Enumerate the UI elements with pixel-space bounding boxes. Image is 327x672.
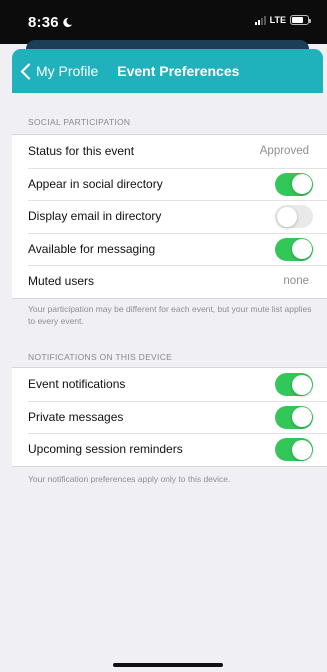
status-value: Approved [259, 145, 309, 158]
social-footnote: Your participation may be different for … [28, 304, 312, 326]
row-label: Muted users [28, 274, 95, 289]
social-directory-row: Appear in social directory [12, 167, 327, 201]
section-header-social: SOCIAL PARTICIPATION [28, 117, 131, 127]
back-button[interactable]: My Profile [20, 62, 99, 80]
private-messages-row: Private messages [12, 400, 327, 434]
status-time: 8:36 [28, 14, 73, 31]
status-row: Status for this event Approved [12, 135, 327, 168]
signal-icon [254, 15, 266, 25]
notifications-footnote: Your notification preferences apply only… [28, 474, 231, 484]
row-label: Available for messaging [28, 241, 156, 256]
back-label: My Profile [36, 63, 99, 79]
messaging-toggle[interactable] [275, 237, 313, 261]
event-notifications-toggle[interactable] [275, 373, 313, 396]
home-indicator[interactable] [113, 663, 223, 667]
muted-users-value: none [283, 275, 309, 288]
session-reminders-toggle[interactable] [275, 438, 313, 461]
network-label: LTE [269, 15, 286, 25]
page-title: Event Preferences [117, 63, 240, 79]
status-indicators: LTE [254, 15, 311, 25]
row-label: Appear in social directory [28, 176, 163, 191]
status-bar: 8:36 LTE [0, 0, 327, 44]
social-participation-group: Status for this event Approved Appear in… [12, 134, 327, 299]
display-email-row: Display email in directory [12, 200, 327, 233]
row-label: Display email in directory [28, 209, 162, 224]
moon-icon [63, 17, 72, 28]
session-reminders-row: Upcoming session reminders [12, 433, 327, 466]
section-header-notifications: NOTIFICATIONS ON THIS DEVICE [28, 352, 173, 362]
event-notifications-row: Event notifications [12, 368, 327, 401]
chevron-left-icon [20, 62, 31, 80]
social-directory-toggle[interactable] [275, 172, 313, 196]
row-label: Status for this event [28, 144, 135, 159]
notifications-group: Event notifications Private messages Upc… [12, 367, 327, 467]
messaging-row: Available for messaging [12, 232, 327, 266]
navigation-bar: My Profile Event Preferences [12, 49, 323, 93]
settings-content: SOCIAL PARTICIPATION Status for this eve… [12, 93, 327, 672]
muted-users-row[interactable]: Muted users none [12, 265, 327, 298]
clock-time: 8:36 [28, 14, 59, 31]
battery-icon [290, 15, 311, 25]
display-email-toggle[interactable] [275, 205, 313, 228]
row-label: Private messages [28, 409, 124, 424]
row-label: Event notifications [28, 377, 126, 392]
private-messages-toggle[interactable] [275, 405, 313, 429]
row-label: Upcoming session reminders [28, 442, 183, 457]
